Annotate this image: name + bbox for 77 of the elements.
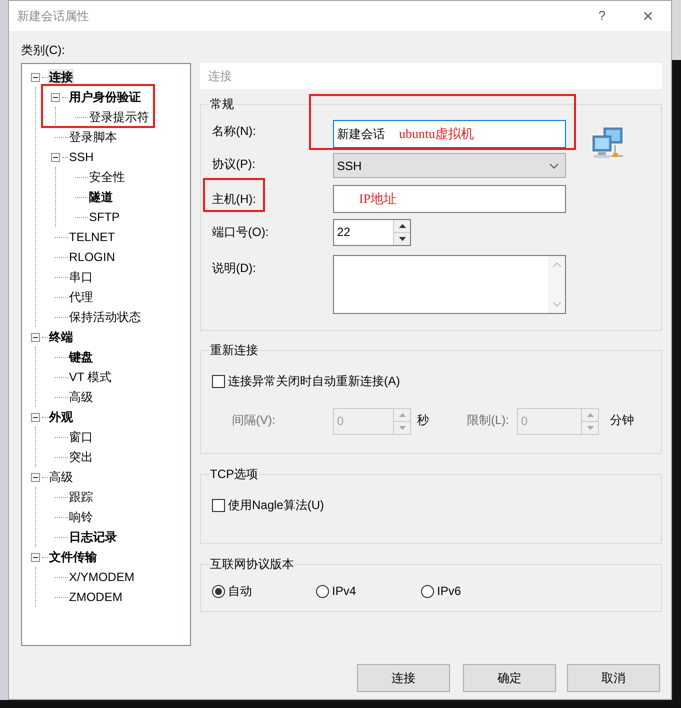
unit-label: 秒: [417, 412, 429, 429]
collapse-icon[interactable]: [51, 152, 60, 162]
window-title: 新建会话属性: [17, 8, 90, 25]
collapse-icon[interactable]: [31, 472, 40, 482]
collapse-icon[interactable]: [51, 92, 60, 102]
tree-item[interactable]: 文件传输: [48, 549, 98, 565]
tree-item[interactable]: 保持活动状态: [68, 309, 142, 325]
tree-item[interactable]: 隧道: [88, 189, 114, 205]
radio-option[interactable]: IPv6: [421, 582, 462, 600]
tree-item[interactable]: 窗口: [68, 429, 94, 445]
checkbox-label[interactable]: 连接异常关闭时自动重新连接(A): [228, 372, 400, 390]
annotation-text: ubuntu虚拟机: [399, 125, 474, 144]
group-title: 互联网协议版本: [209, 557, 295, 571]
chevron-down-icon: [549, 162, 559, 168]
tree-item[interactable]: 日志记录: [68, 529, 118, 545]
tree-item[interactable]: 连接: [48, 69, 74, 85]
collapse-icon[interactable]: [31, 552, 40, 562]
host-field[interactable]: IP地址: [333, 185, 566, 213]
annotation-text: IP地址: [359, 190, 397, 208]
field-label: 限制(L):: [467, 412, 509, 429]
tree-item[interactable]: 安全性: [88, 169, 126, 185]
radio-label[interactable]: IPv6: [437, 582, 462, 600]
tree-item[interactable]: SFTP: [88, 209, 121, 225]
dialog-button[interactable]: 连接: [357, 664, 450, 692]
checkbox[interactable]: [212, 374, 225, 388]
tree-item[interactable]: 串口: [68, 269, 94, 285]
tree-item[interactable]: 代理: [68, 289, 94, 305]
collapse-icon[interactable]: [31, 332, 40, 342]
unit-label: 分钟: [610, 412, 634, 429]
group-title: 重新连接: [209, 343, 259, 357]
network-computers-icon: [591, 127, 625, 161]
field-label: 主机(H):: [212, 191, 256, 208]
help-button[interactable]: ?: [579, 1, 625, 31]
close-button[interactable]: ×: [625, 1, 671, 31]
tree-item[interactable]: 外观: [48, 409, 74, 425]
collapse-icon[interactable]: [31, 72, 40, 82]
radio-button[interactable]: [212, 584, 225, 598]
dialog-button[interactable]: 取消: [567, 664, 660, 692]
radio-option[interactable]: 自动: [212, 582, 252, 600]
annotation-box: [203, 178, 265, 212]
tree-item[interactable]: 键盘: [68, 349, 94, 365]
group-title: TCP选项: [209, 467, 259, 481]
tree-item[interactable]: RLOGIN: [68, 249, 116, 265]
checkbox[interactable]: [212, 498, 225, 512]
tree-item[interactable]: X/YMODEM: [68, 569, 136, 585]
dialog-button[interactable]: 确定: [463, 664, 556, 692]
collapse-icon[interactable]: [31, 412, 40, 422]
radio-button[interactable]: [421, 584, 434, 598]
checkbox-label[interactable]: 使用Nagle算法(U): [228, 496, 324, 514]
tree-item[interactable]: TELNET: [68, 229, 116, 245]
tree-item[interactable]: 跟踪: [68, 489, 94, 505]
tree-item[interactable]: 响铃: [68, 509, 94, 525]
tree-item[interactable]: SSH: [68, 149, 95, 165]
radio-option[interactable]: IPv4: [316, 582, 356, 600]
tree-item[interactable]: 突出: [68, 449, 94, 465]
tree-item[interactable]: 登录脚本: [68, 129, 118, 145]
page-header: 连接: [200, 63, 662, 89]
tree-item[interactable]: 用户身份验证: [68, 89, 142, 105]
field-label: 端口号(O):: [212, 224, 269, 241]
tree-item[interactable]: 登录提示符: [88, 109, 150, 125]
radio-label[interactable]: 自动: [228, 582, 252, 600]
tree-item[interactable]: 高级: [68, 389, 94, 405]
protocol-dropdown[interactable]: SSH: [333, 153, 566, 178]
port-spinner[interactable]: 22: [333, 219, 411, 246]
field-label: 说明(D):: [212, 260, 256, 277]
tree-item[interactable]: 终端: [48, 329, 74, 345]
name-field[interactable]: 新建会话 ubuntu虚拟机: [333, 120, 566, 148]
category-label: 类别(C):: [21, 42, 65, 59]
field-label: 名称(N):: [212, 123, 256, 140]
tree-item[interactable]: 高级: [48, 469, 74, 485]
radio-button[interactable]: [316, 584, 329, 598]
group-title: 常规: [209, 97, 235, 111]
field-label: 间隔(V):: [232, 412, 276, 429]
radio-label[interactable]: IPv4: [332, 582, 356, 600]
field-label: 协议(P):: [212, 156, 256, 173]
tree-item[interactable]: VT 模式: [68, 369, 112, 385]
tree-item[interactable]: ZMODEM: [68, 589, 124, 605]
